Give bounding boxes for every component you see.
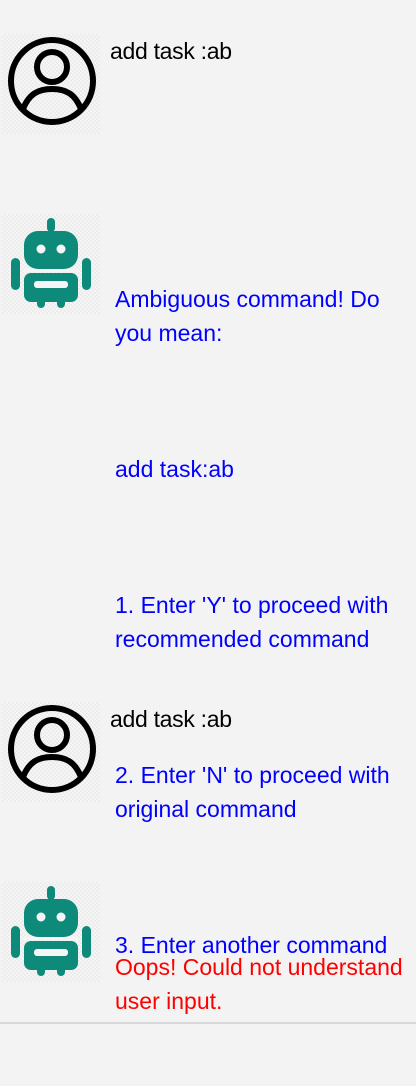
user-avatar xyxy=(2,702,100,802)
user-message: add task :ab xyxy=(0,34,416,134)
bot-paragraph: Ambiguous command! Do you mean: xyxy=(115,286,387,346)
bot-paragraph: add task:ab xyxy=(115,456,234,482)
bot-paragraph: 1. Enter 'Y' to proceed with recommended… xyxy=(115,592,395,652)
bot-message: Oops! Could not understand user input. xyxy=(0,882,416,1014)
user-message: add task :ab xyxy=(0,702,416,802)
user-message-text: add task :ab xyxy=(110,706,232,732)
bot-avatar xyxy=(2,214,100,314)
user-avatar xyxy=(2,34,100,134)
bot-avatar xyxy=(2,882,100,982)
user-message-text: add task :ab xyxy=(110,38,232,64)
bot-message-text: Oops! Could not understand user input. xyxy=(115,882,415,1086)
chat-log: add task :ab Ambiguous command! Do you m… xyxy=(0,0,416,1024)
bot-paragraph: Oops! Could not understand user input. xyxy=(115,954,410,1014)
user-icon xyxy=(8,37,96,125)
user-icon xyxy=(8,705,96,793)
bot-message: Ambiguous command! Do you mean: add task… xyxy=(0,214,416,958)
robot-icon xyxy=(11,218,91,308)
robot-icon xyxy=(11,886,91,976)
